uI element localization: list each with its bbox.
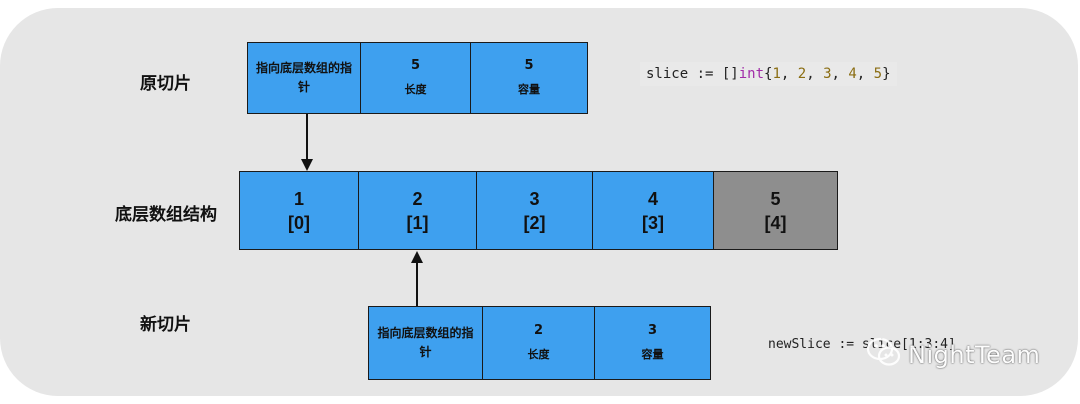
code-number: 2 [797,66,807,82]
code-brace-close: } [882,66,891,82]
code-number: 1 [772,66,781,82]
code-brackets: [] [721,66,739,82]
code-separator: , [780,66,798,82]
original-slice-code: slice := []int{1, 2, 3, 4, 5} [640,62,897,86]
code-operator: := [688,66,722,82]
code-separator: , [856,66,874,82]
code-type-keyword: int [738,66,765,82]
original-pointer-arrow [301,114,313,171]
code-number: 4 [848,66,857,82]
new-pointer-arrow [411,251,423,306]
code-number: 3 [823,66,832,82]
code-separator: , [831,66,849,82]
watermark-text: NightTeam [908,340,1041,369]
code-separator: , [806,66,824,82]
code-number: 5 [873,66,883,82]
watermark: NightTeam [866,336,1040,373]
code-identifier: slice [646,66,689,82]
wechat-icon [866,336,902,373]
